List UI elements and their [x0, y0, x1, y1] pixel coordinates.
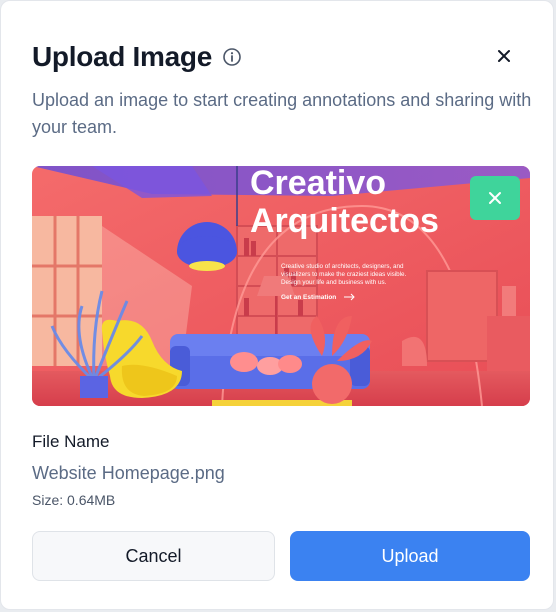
close-button[interactable]: [491, 43, 517, 69]
dialog-title: Upload Image: [32, 41, 212, 72]
preview-headline-line1: Creativo: [250, 166, 386, 202]
preview-body-line3: Design your life and business with us.: [281, 279, 387, 286]
upload-image-dialog: Upload Image Upload an image to start cr…: [0, 0, 554, 610]
info-icon[interactable]: [222, 47, 242, 67]
file-name-label: File Name: [32, 432, 110, 451]
preview-body-line2: visualizers to make the craziest ideas v…: [281, 271, 407, 278]
x-icon: [489, 192, 501, 204]
file-size: Size: 0.64MB: [32, 492, 116, 508]
dialog-header: Upload Image: [32, 39, 242, 75]
preview-cta: Get an Estimation: [281, 294, 336, 301]
dialog-description: Upload an image to start creating annota…: [32, 90, 532, 137]
preview-headline-line2: Arquitectos: [250, 202, 439, 240]
file-name-value: Website Homepage.png: [32, 463, 225, 483]
upload-button[interactable]: Upload: [290, 531, 530, 581]
cancel-button[interactable]: Cancel: [32, 531, 275, 581]
preview-image: Creativo Arquitectos Creative studio of …: [32, 166, 530, 406]
close-icon: [498, 50, 510, 62]
remove-image-button[interactable]: [470, 176, 520, 220]
preview-body-line1: Creative studio of architects, designers…: [281, 263, 404, 270]
image-preview: Creativo Arquitectos Creative studio of …: [32, 166, 530, 406]
